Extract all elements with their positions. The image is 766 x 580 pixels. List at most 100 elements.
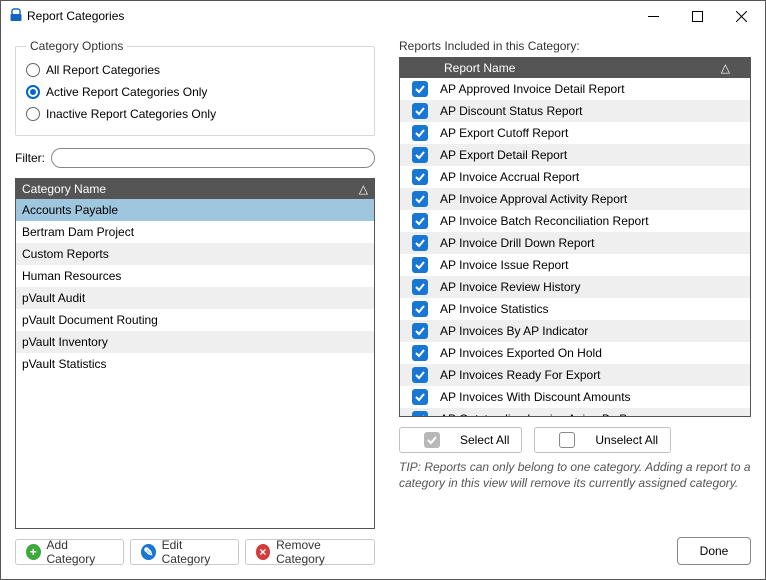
- radio-option[interactable]: All Report Categories: [26, 59, 364, 81]
- report-checkbox[interactable]: [412, 367, 428, 383]
- category-name: pVault Statistics: [22, 357, 106, 371]
- unselect-all-button[interactable]: Unselect All: [534, 427, 671, 453]
- category-options-group: Category Options All Report Categories Ac…: [15, 39, 375, 136]
- radio-icon: [26, 107, 40, 121]
- report-row[interactable]: AP Invoice Approval Activity Report: [400, 188, 750, 210]
- minimize-button[interactable]: [631, 2, 675, 30]
- report-row[interactable]: AP Invoice Accrual Report: [400, 166, 750, 188]
- category-row[interactable]: pVault Document Routing: [16, 309, 374, 331]
- reports-section-label: Reports Included in this Category:: [399, 39, 751, 53]
- window: Report Categories Category Options All R…: [0, 0, 766, 580]
- filter-input[interactable]: [51, 148, 375, 168]
- titlebar: Report Categories: [1, 1, 765, 31]
- edit-category-label: Edit Category: [162, 538, 228, 566]
- category-name: pVault Audit: [22, 291, 85, 305]
- report-row[interactable]: AP Discount Status Report: [400, 100, 750, 122]
- report-row[interactable]: AP Invoices By AP Indicator: [400, 320, 750, 342]
- category-name: Accounts Payable: [22, 203, 118, 217]
- report-row[interactable]: AP Invoice Issue Report: [400, 254, 750, 276]
- report-row[interactable]: AP Invoice Batch Reconciliation Report: [400, 210, 750, 232]
- close-button[interactable]: [719, 2, 763, 30]
- edit-category-button[interactable]: ✎ Edit Category: [130, 539, 238, 565]
- category-row[interactable]: pVault Audit: [16, 287, 374, 309]
- filter-label: Filter:: [15, 151, 45, 165]
- category-row[interactable]: pVault Statistics: [16, 353, 374, 375]
- category-options-legend: Category Options: [26, 39, 127, 53]
- report-row[interactable]: AP Export Detail Report: [400, 144, 750, 166]
- report-checkbox[interactable]: [412, 235, 428, 251]
- report-checkbox[interactable]: [412, 191, 428, 207]
- category-row[interactable]: pVault Inventory: [16, 331, 374, 353]
- radio-label: Inactive Report Categories Only: [46, 107, 216, 121]
- category-header-label: Category Name: [22, 182, 106, 196]
- checkbox-checked-icon: [424, 432, 440, 448]
- reports-header-label: Report Name: [440, 61, 750, 75]
- report-checkbox[interactable]: [412, 169, 428, 185]
- category-grid: Category Name △ Accounts Payable Bertram …: [15, 178, 375, 529]
- report-name: AP Invoice Drill Down Report: [440, 236, 750, 250]
- report-row[interactable]: AP Outstanding Invoice Aging By Processo…: [400, 408, 750, 416]
- report-checkbox[interactable]: [412, 147, 428, 163]
- report-row[interactable]: AP Invoices Ready For Export: [400, 364, 750, 386]
- remove-category-button[interactable]: × Remove Category: [245, 539, 375, 565]
- report-row[interactable]: AP Invoices Exported On Hold: [400, 342, 750, 364]
- reports-grid-header[interactable]: Report Name △: [400, 58, 750, 78]
- report-name: AP Invoice Accrual Report: [440, 170, 750, 184]
- report-name: AP Invoices With Discount Amounts: [440, 390, 750, 404]
- category-row[interactable]: Accounts Payable: [16, 199, 374, 221]
- report-row[interactable]: AP Invoices With Discount Amounts: [400, 386, 750, 408]
- report-row[interactable]: AP Invoice Statistics: [400, 298, 750, 320]
- report-row[interactable]: AP Export Cutoff Report: [400, 122, 750, 144]
- category-row[interactable]: Custom Reports: [16, 243, 374, 265]
- report-checkbox[interactable]: [412, 301, 428, 317]
- radio-label: Active Report Categories Only: [46, 85, 207, 99]
- report-row[interactable]: AP Invoice Drill Down Report: [400, 232, 750, 254]
- report-checkbox[interactable]: [412, 125, 428, 141]
- report-name: AP Invoice Statistics: [440, 302, 750, 316]
- report-checkbox[interactable]: [412, 279, 428, 295]
- select-all-button[interactable]: Select All: [399, 427, 522, 453]
- report-row[interactable]: AP Approved Invoice Detail Report: [400, 78, 750, 100]
- tip-text: TIP: Reports can only belong to one cate…: [399, 459, 751, 491]
- category-row[interactable]: Bertram Dam Project: [16, 221, 374, 243]
- report-checkbox[interactable]: [412, 257, 428, 273]
- window-title: Report Categories: [23, 9, 631, 23]
- done-button[interactable]: Done: [677, 537, 751, 565]
- add-category-button[interactable]: + Add Category: [15, 539, 124, 565]
- report-checkbox[interactable]: [412, 345, 428, 361]
- category-name: Human Resources: [22, 269, 121, 283]
- add-category-label: Add Category: [47, 538, 114, 566]
- unselect-all-label: Unselect All: [595, 433, 658, 447]
- report-name: AP Invoice Approval Activity Report: [440, 192, 750, 206]
- app-icon: [9, 8, 23, 25]
- report-row[interactable]: AP Invoice Review History: [400, 276, 750, 298]
- radio-icon: [26, 85, 40, 99]
- report-checkbox[interactable]: [412, 213, 428, 229]
- sort-asc-icon: △: [721, 61, 730, 75]
- radio-option[interactable]: Inactive Report Categories Only: [26, 103, 364, 125]
- x-icon: ×: [256, 544, 271, 560]
- report-name: AP Export Cutoff Report: [440, 126, 750, 140]
- checkbox-empty-icon: [559, 432, 575, 448]
- category-name: pVault Inventory: [22, 335, 108, 349]
- report-name: AP Invoice Issue Report: [440, 258, 750, 272]
- report-name: AP Invoices Ready For Export: [440, 368, 750, 382]
- category-name: pVault Document Routing: [22, 313, 158, 327]
- report-checkbox[interactable]: [412, 389, 428, 405]
- category-grid-header[interactable]: Category Name △: [16, 179, 374, 199]
- maximize-button[interactable]: [675, 2, 719, 30]
- plus-icon: +: [26, 544, 41, 560]
- category-row[interactable]: Human Resources: [16, 265, 374, 287]
- done-label: Done: [700, 544, 729, 558]
- report-name: AP Invoices Exported On Hold: [440, 346, 750, 360]
- select-all-label: Select All: [460, 433, 509, 447]
- report-name: AP Approved Invoice Detail Report: [440, 82, 750, 96]
- report-checkbox[interactable]: [412, 411, 428, 416]
- report-checkbox[interactable]: [412, 323, 428, 339]
- report-name: AP Export Detail Report: [440, 148, 750, 162]
- report-checkbox[interactable]: [412, 81, 428, 97]
- radio-option[interactable]: Active Report Categories Only: [26, 81, 364, 103]
- report-name: AP Invoices By AP Indicator: [440, 324, 750, 338]
- reports-grid: Report Name △ AP Approved Invoice Detail…: [399, 57, 751, 417]
- report-checkbox[interactable]: [412, 103, 428, 119]
